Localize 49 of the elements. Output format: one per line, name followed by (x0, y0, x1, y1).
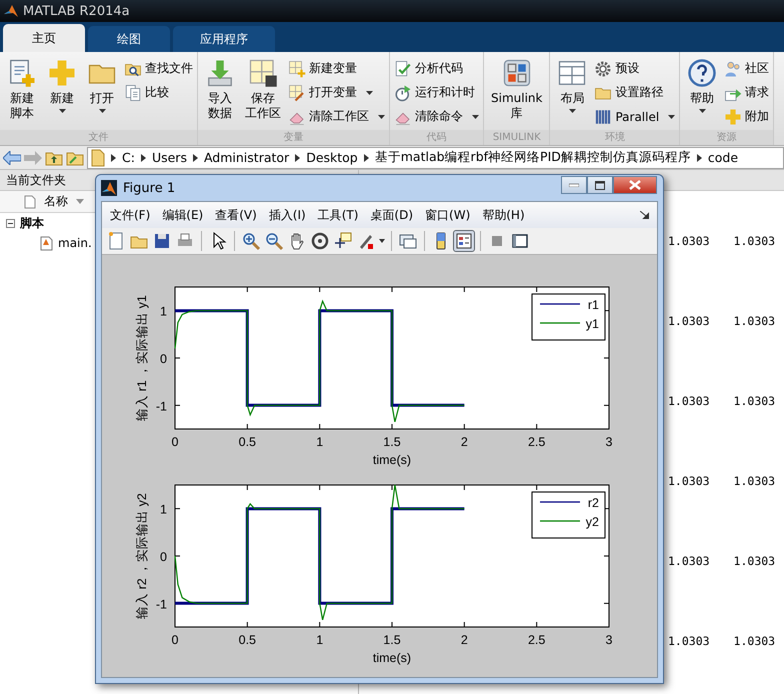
x-tick-label: 2 (460, 435, 468, 449)
y-tick-label: 0 (160, 352, 167, 366)
x-tick-label: 3 (606, 633, 612, 647)
output-number: 1.0303 (734, 234, 776, 250)
output-number: 1.0303 (668, 394, 710, 410)
group-label: 资源 (680, 130, 774, 145)
y-axis-label: 输入 r1 ，实际输出 y1 (135, 295, 149, 421)
y-tick-label: 1 (160, 502, 167, 517)
x-tick-label: 1 (316, 633, 324, 647)
panel-title: 当前文件夹 (6, 172, 66, 188)
group-label: SIMULINK (484, 130, 550, 145)
y-tick-label: 0 (160, 550, 167, 564)
group-label: 变量 (198, 130, 389, 145)
group-label: 文件 (0, 130, 197, 145)
window-title: Figure 1 (123, 180, 176, 196)
output-number: 1.0303 (668, 634, 710, 650)
output-number: 1.0303 (668, 234, 710, 250)
x-axis-label: time(s) (372, 651, 412, 665)
legend-label: r1 (588, 298, 599, 312)
window-title: MATLAB R2014a (23, 4, 130, 18)
x-tick-label: 2.5 (528, 435, 546, 449)
output-number: 1.0303 (668, 314, 710, 330)
x-tick-label: 0.5 (238, 633, 256, 647)
x-tick-label: 0 (172, 435, 178, 449)
legend-label: y1 (586, 317, 599, 331)
x-axis-label: time(s) (372, 453, 412, 467)
output-number: 1.0303 (668, 554, 710, 570)
y-tick-label: 1 (160, 304, 167, 319)
output-number: 1.0303 (668, 474, 710, 490)
output-number: 1.0303 (734, 394, 776, 410)
legend-label: y2 (586, 515, 599, 529)
legend-label: r2 (588, 496, 599, 510)
y-axis-label: 输入 r2 ，实际输出 y2 (135, 493, 149, 619)
output-number: 1.0303 (734, 554, 776, 570)
x-tick-label: 2.5 (528, 633, 546, 647)
x-tick-label: 0.5 (238, 435, 256, 449)
y-tick-label: -1 (156, 399, 167, 414)
output-number: 1.0303 (734, 634, 776, 650)
x-tick-label: 1.5 (383, 435, 401, 449)
y-tick-label: -1 (156, 597, 167, 612)
x-tick-label: 2 (460, 633, 468, 647)
output-number: 1.0303 (734, 474, 776, 490)
x-tick-label: 1 (316, 435, 324, 449)
group-label: 代码 (390, 130, 483, 145)
output-number: 1.0303 (734, 314, 776, 330)
x-tick-label: 1.5 (383, 633, 401, 647)
x-tick-label: 3 (606, 435, 612, 449)
x-tick-label: 0 (172, 633, 178, 647)
group-label: 环境 (550, 130, 680, 145)
